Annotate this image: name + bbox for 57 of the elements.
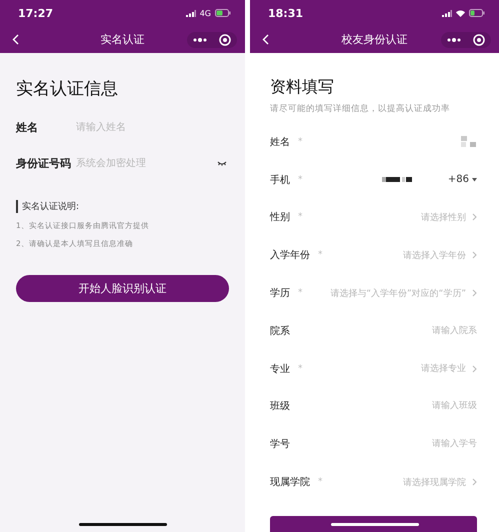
field-label: 姓名 bbox=[270, 136, 290, 149]
field-label: 身份证号码 bbox=[16, 156, 72, 170]
required-mark: * bbox=[318, 250, 322, 260]
select-field[interactable]: 请选择现属学院 bbox=[403, 476, 466, 489]
section-subtitle: 请尽可能的填写详细信息，以提高认证成功率 bbox=[270, 103, 451, 115]
field-label: 姓名 bbox=[16, 120, 39, 134]
select-field[interactable]: 请选择与“入学年份”对应的“学历” bbox=[330, 286, 466, 300]
field-label: 手机 bbox=[270, 174, 290, 187]
field-label: 入学年份 bbox=[270, 248, 310, 262]
redacted-value bbox=[382, 177, 414, 182]
text-field[interactable]: 请输入姓名 bbox=[76, 122, 227, 132]
status-time: 17:27 bbox=[18, 6, 54, 20]
notes-title: 实名认证说明: bbox=[16, 200, 245, 213]
closed-eye-icon[interactable] bbox=[217, 160, 227, 166]
chevron-right-icon bbox=[472, 364, 477, 373]
caret-icon bbox=[472, 178, 477, 182]
start-button[interactable]: 开始人脸识别认证 bbox=[16, 275, 229, 302]
more-icon[interactable] bbox=[193, 38, 207, 42]
field-label: 班级 bbox=[270, 400, 290, 414]
select-field[interactable]: 请选择专业 bbox=[421, 362, 466, 376]
field-label: 性别 bbox=[270, 210, 290, 224]
select-field[interactable]: 请选择入学年份 bbox=[403, 248, 466, 262]
country-code-dropdown[interactable]: +86 bbox=[448, 174, 477, 186]
section-heading: 资料填写 bbox=[270, 77, 335, 98]
required-mark: * bbox=[298, 174, 302, 185]
field-label: 学号 bbox=[270, 438, 290, 452]
close-icon[interactable] bbox=[473, 34, 485, 46]
signal-icon bbox=[442, 10, 452, 16]
wifi-icon bbox=[456, 10, 465, 16]
required-mark: * bbox=[298, 288, 302, 298]
chevron-right-icon bbox=[472, 213, 477, 222]
battery-icon bbox=[469, 9, 485, 17]
section-heading: 实名认证信息 bbox=[16, 78, 119, 100]
chevron-right-icon bbox=[472, 251, 477, 260]
more-icon[interactable] bbox=[447, 38, 461, 42]
required-mark: * bbox=[298, 212, 302, 222]
chevron-left-icon bbox=[262, 34, 269, 45]
field-label: 学历 bbox=[270, 287, 290, 300]
chevron-right-icon bbox=[472, 478, 477, 486]
required-mark: * bbox=[298, 136, 302, 147]
signal-icon bbox=[186, 10, 196, 16]
chevron-right-icon bbox=[472, 289, 477, 298]
page-title: 实名认证 bbox=[100, 32, 144, 47]
page-title: 校友身份认证 bbox=[342, 32, 408, 47]
field-label: 院系 bbox=[270, 324, 290, 338]
submit-button[interactable] bbox=[270, 516, 477, 532]
status-time: 18:31 bbox=[268, 6, 304, 20]
required-mark: * bbox=[298, 364, 302, 374]
select-field[interactable]: 请选择性别 bbox=[421, 210, 466, 224]
close-icon[interactable] bbox=[219, 34, 231, 46]
chevron-left-icon bbox=[12, 34, 19, 45]
network-label: 4G bbox=[200, 8, 211, 18]
required-mark: * bbox=[318, 477, 322, 488]
field-label: 专业 bbox=[270, 362, 290, 376]
field-label: 现属学院 bbox=[270, 476, 310, 490]
redacted-value bbox=[461, 136, 477, 148]
battery-icon bbox=[215, 9, 231, 17]
